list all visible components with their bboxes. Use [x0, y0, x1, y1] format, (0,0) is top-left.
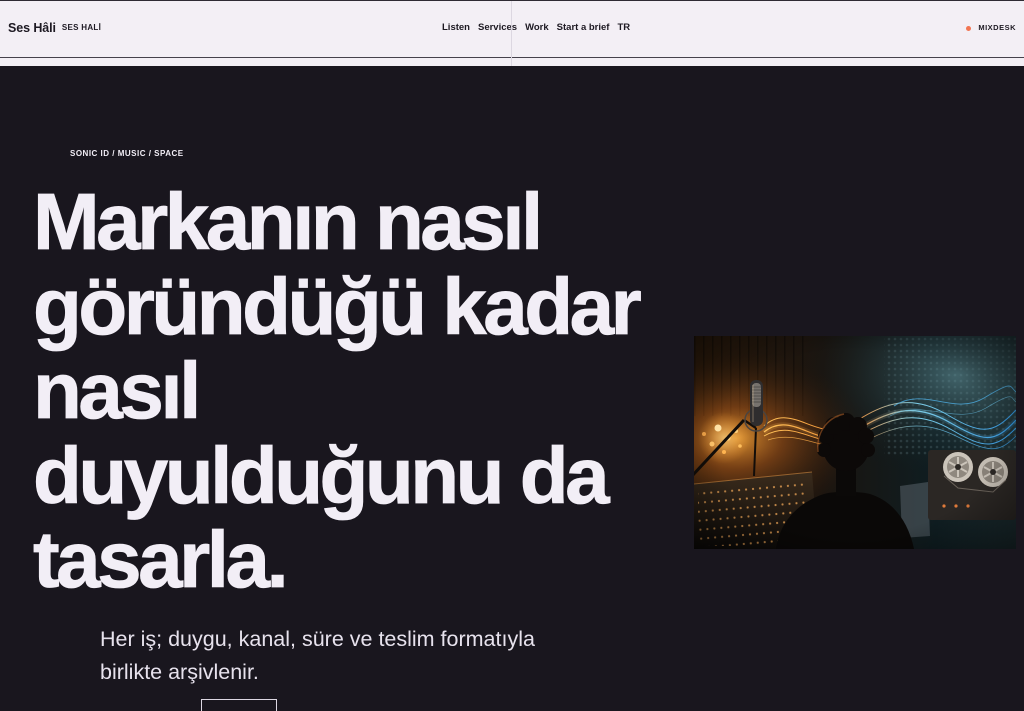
site-header: Ses Hâli SES HALİ Listen Services Work S… [0, 1, 1024, 57]
main-nav: Listen Services Work Start a brief TR [442, 21, 630, 35]
header-grid-line [511, 1, 512, 66]
hero-title-line: göründüğü kadar [33, 261, 643, 351]
hero-section: SONIC ID / MUSIC / SPACE Markanın nasıl … [0, 66, 1024, 711]
language-toggle[interactable]: TR [617, 21, 630, 35]
hero-title-line: nasıl [33, 346, 202, 435]
hero-studio-image [694, 336, 1016, 549]
hero-subtitle: Her iş; duygu, kanal, süre ve teslim for… [100, 627, 535, 684]
secondary-cta-button[interactable] [201, 699, 277, 711]
brand-logo-link[interactable]: Ses Hâli SES HALİ [8, 21, 101, 35]
nav-item-start-a-brief[interactable]: Start a brief [557, 21, 610, 35]
nav-item-listen[interactable]: Listen [442, 21, 470, 35]
hero-title-line: duyulduğunu da [33, 430, 610, 520]
hero-eyebrow: SONIC ID / MUSIC / SPACE [70, 149, 184, 158]
status-dot-icon [966, 25, 972, 31]
hero-title-line: Markanın nasıl [33, 177, 544, 266]
hero-title: Markanın nasıl göründüğü kadar nasıl duy… [33, 177, 673, 604]
brand-name: Ses Hâli [8, 21, 56, 35]
brand-subtitle: SES HALİ [61, 23, 102, 32]
nav-item-work[interactable]: Work [525, 21, 549, 35]
header-bottom-border [0, 57, 1024, 58]
status-indicator: MIXDESK [966, 21, 1016, 35]
status-label: MIXDESK [978, 23, 1016, 32]
hero-title-line: tasarla. [33, 515, 290, 604]
